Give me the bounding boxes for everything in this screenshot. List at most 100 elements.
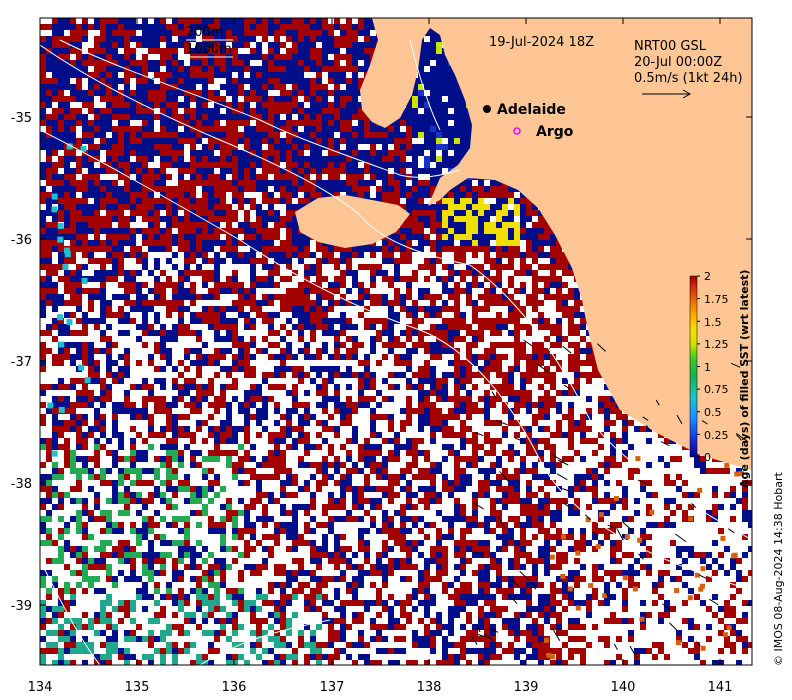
sst-pixel: [124, 84, 130, 90]
sst-pixel: [136, 192, 142, 198]
sst-pixel: [574, 300, 580, 306]
sst-pixel: [508, 282, 514, 288]
sst-pixel: [430, 138, 436, 144]
sst-pixel: [130, 276, 136, 282]
sst-pixel: [502, 228, 508, 234]
sst-pixel: [442, 84, 448, 90]
sst-pixel: [178, 150, 184, 156]
sst-pixel: [424, 72, 430, 78]
sst-pixel: [130, 228, 136, 234]
sst-pixel: [268, 216, 274, 222]
sst-pixel: [262, 186, 268, 192]
sst-pixel: [466, 228, 472, 234]
sst-pixel: [142, 252, 148, 258]
sst-pixel: [214, 90, 220, 96]
sst-pixel: [226, 306, 232, 312]
sst-pixel: [250, 174, 256, 180]
sst-pixel: [424, 48, 430, 54]
sst-pixel: [64, 156, 70, 162]
sst-pixel: [436, 276, 442, 282]
sst-pixel: [106, 96, 112, 102]
sst-pixel: [484, 228, 490, 234]
sst-pixel: [436, 312, 442, 318]
sst-pixel: [268, 282, 274, 288]
sst-pixel: [160, 126, 166, 132]
sst-pixel: [448, 306, 454, 312]
sst-pixel: [172, 288, 178, 294]
sst-pixel: [520, 264, 526, 270]
sst-pixel: [556, 288, 562, 294]
sst-pixel: [508, 312, 514, 318]
sst-pixel: [466, 288, 472, 294]
sst-pixel: [358, 132, 364, 138]
sst-pixel: [220, 246, 226, 252]
sst-pixel: [310, 144, 316, 150]
sst-pixel: [352, 90, 358, 96]
sst-pixel: [310, 270, 316, 276]
sst-pixel: [76, 168, 82, 174]
sst-pixel: [232, 216, 238, 222]
sst-pixel: [208, 228, 214, 234]
sst-pixel: [364, 180, 370, 186]
sst-pixel: [232, 306, 238, 312]
sst-pixel: [220, 258, 226, 264]
sst-pixel: [466, 192, 472, 198]
sst-pixel: [136, 150, 142, 156]
sst-pixel: [358, 120, 364, 126]
sst-pixel: [52, 126, 58, 132]
sst-pixel: [448, 126, 454, 132]
sst-pixel: [172, 222, 178, 228]
sst-pixel: [58, 252, 64, 258]
sst-pixel: [52, 264, 58, 270]
sst-pixel: [136, 294, 142, 300]
sst-pixel: [184, 102, 190, 108]
sst-pixel: [334, 138, 340, 144]
sst-pixel: [376, 294, 382, 300]
sst-pixel: [394, 156, 400, 162]
sst-pixel: [208, 120, 214, 126]
sst-pixel: [454, 222, 460, 228]
sst-pixel: [196, 222, 202, 228]
sst-pixel: [184, 252, 190, 258]
sst-pixel: [220, 96, 226, 102]
sst-pixel: [112, 216, 118, 222]
sst-pixel: [70, 138, 76, 144]
sst-pixel: [262, 150, 268, 156]
sst-pixel: [448, 192, 454, 198]
sst-pixel: [346, 264, 352, 270]
sst-pixel: [142, 78, 148, 84]
sst-pixel: [478, 186, 484, 192]
sst-pixel: [178, 300, 184, 306]
sst-pixel: [412, 168, 418, 174]
sst-pixel: [250, 180, 256, 186]
sst-pixel: [136, 186, 142, 192]
sst-pixel: [376, 192, 382, 198]
sst-pixel: [472, 186, 478, 192]
sst-pixel: [232, 198, 238, 204]
sst-pixel: [508, 234, 514, 240]
sst-pixel: [64, 258, 70, 264]
sst-pixel: [376, 150, 382, 156]
sst-pixel: [490, 180, 496, 186]
sst-pixel: [58, 300, 64, 306]
sst-pixel: [58, 108, 64, 114]
sst-pixel: [316, 288, 322, 294]
sst-pixel: [484, 186, 490, 192]
sst-pixel: [76, 246, 82, 252]
sst-pixel: [322, 156, 328, 162]
sst-pixel: [52, 96, 58, 102]
sst-pixel: [454, 252, 460, 258]
sst-pixel: [190, 78, 196, 84]
sst-pixel: [520, 270, 526, 276]
sst-pixel: [460, 192, 466, 198]
sst-pixel: [40, 84, 46, 90]
sst-pixel: [460, 126, 466, 132]
sst-pixel: [130, 144, 136, 150]
sst-pixel: [58, 216, 64, 222]
sst-pixel: [388, 162, 394, 168]
sst-pixel: [106, 66, 112, 72]
sst-pixel: [508, 240, 514, 246]
sst-pixel: [310, 120, 316, 126]
sst-pixel: [70, 246, 76, 252]
sst-pixel: [172, 306, 178, 312]
